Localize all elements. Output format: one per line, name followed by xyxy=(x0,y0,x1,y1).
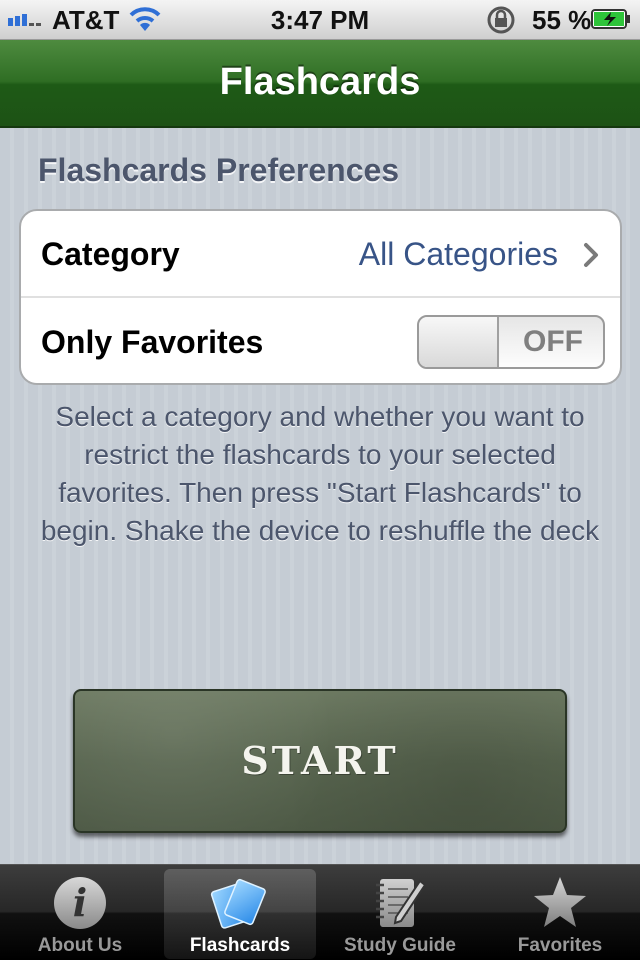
start-flashcards-label: START FLASHCARDS xyxy=(156,738,481,923)
switch-state: OFF xyxy=(523,325,583,358)
tab-favorites[interactable]: Favorites xyxy=(480,865,640,960)
tab-study-guide[interactable]: Study Guide xyxy=(320,865,480,960)
info-icon: i xyxy=(54,877,106,929)
tab-label: Flashcards xyxy=(189,935,291,956)
category-value: All Categories xyxy=(358,236,558,272)
tab-label: Study Guide xyxy=(344,935,456,956)
category-row[interactable]: Category All Categories xyxy=(21,211,620,298)
navigation-bar: Flashcards xyxy=(0,40,640,128)
switch-knob xyxy=(419,317,499,367)
tab-label: About Us xyxy=(37,935,123,956)
start-flashcards-button[interactable]: START FLASHCARDS xyxy=(73,689,567,923)
flashcards-icon xyxy=(210,878,266,929)
section-header: Flashcards Preferences xyxy=(38,152,400,188)
only-favorites-switch[interactable]: OFF xyxy=(417,315,605,369)
battery-percent: 55 % xyxy=(532,5,592,35)
only-favorites-row: Only Favorites OFF xyxy=(21,299,620,383)
nav-title: Flashcards xyxy=(219,61,421,103)
preferences-panel: Flashcards Preferences Category All Cate… xyxy=(0,128,640,923)
svg-text:i: i xyxy=(73,880,87,925)
instructions-text: Select a category and whether you want t… xyxy=(40,401,600,546)
battery-charging-icon xyxy=(591,9,630,29)
tab-flashcards[interactable]: Flashcards xyxy=(160,865,320,960)
tab-label: Favorites xyxy=(517,935,603,956)
status-bar: AT&T 3:47 PM 55 % xyxy=(0,0,640,40)
category-label: Category xyxy=(41,236,180,272)
rotation-lock-icon xyxy=(487,6,515,34)
chevron-right-icon xyxy=(584,243,598,267)
star-icon xyxy=(534,877,586,927)
notebook-icon xyxy=(376,879,427,927)
tab-about-us[interactable]: i About Us xyxy=(0,865,160,960)
tab-bar: i About Us Flashcards Study Guide Favori… xyxy=(0,864,640,960)
only-favorites-label: Only Favorites xyxy=(41,324,264,360)
preferences-group: Category All Categories Only Favorites O… xyxy=(19,209,622,385)
